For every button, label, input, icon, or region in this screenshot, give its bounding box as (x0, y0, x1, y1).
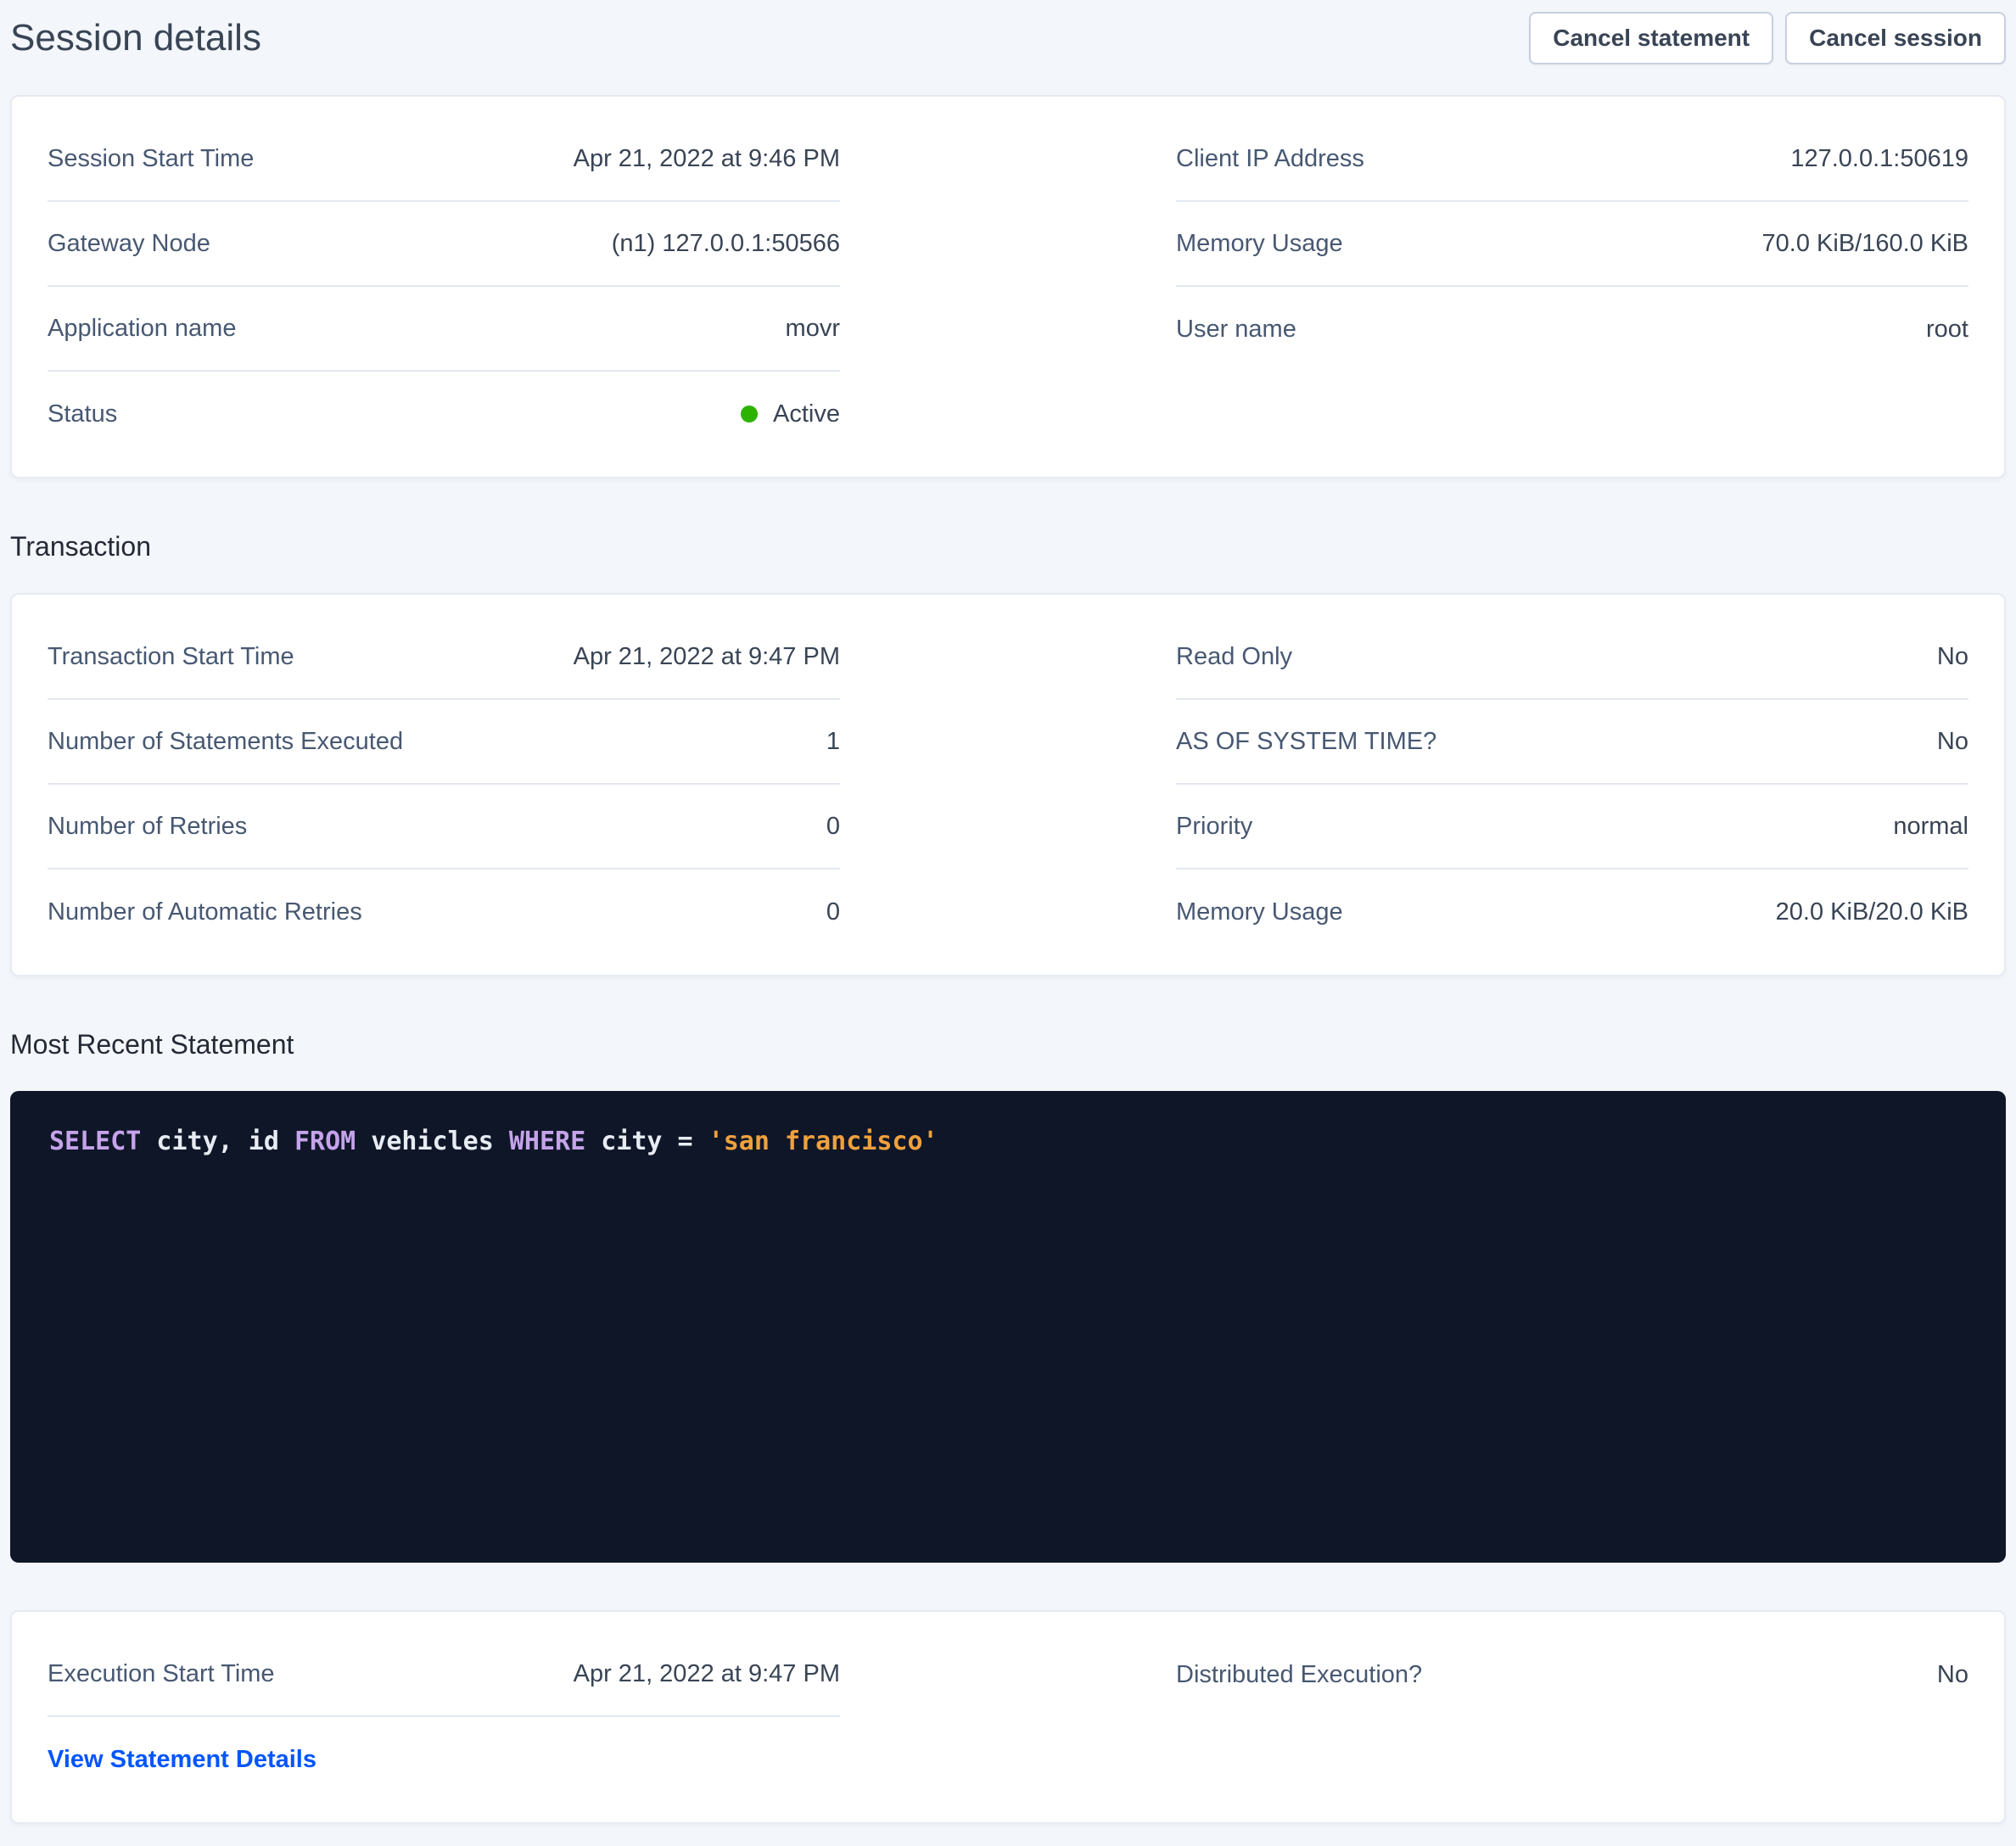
header-buttons: Cancel statement Cancel session (1529, 12, 2006, 64)
sql-token-keyword: SELECT (49, 1127, 141, 1156)
automatic-retries-value: 0 (826, 898, 840, 926)
session-start-time-label: Session Start Time (48, 145, 254, 173)
read-only-label: Read Only (1176, 643, 1292, 671)
user-name-value: root (1926, 316, 1968, 344)
status-value: Active (773, 400, 840, 428)
row-automatic-retries: Number of Automatic Retries 0 (48, 870, 840, 954)
statements-executed-label: Number of Statements Executed (48, 728, 403, 756)
row-session-memory-usage: Memory Usage 70.0 KiB/160.0 KiB (1176, 202, 1968, 287)
row-status: Status Active (48, 372, 840, 456)
automatic-retries-label: Number of Automatic Retries (48, 898, 362, 926)
row-read-only: Read Only No (1176, 615, 1968, 700)
application-name-label: Application name (48, 315, 236, 343)
execution-start-time-label: Execution Start Time (48, 1660, 275, 1688)
number-of-retries-label: Number of Retries (48, 813, 247, 841)
distributed-execution-label: Distributed Execution? (1176, 1661, 1422, 1689)
transaction-start-time-label: Transaction Start Time (48, 643, 294, 671)
gateway-node-label: Gateway Node (48, 230, 210, 258)
page-header: Session details Cancel statement Cancel … (0, 0, 2016, 64)
row-gateway-node: Gateway Node (n1) 127.0.0.1:50566 (48, 202, 840, 287)
gateway-node-link[interactable]: (n1) 127.0.0.1:50566 (612, 230, 840, 258)
sql-token-keyword: WHERE (509, 1127, 585, 1156)
priority-value: normal (1893, 813, 1968, 841)
session-summary-right-column: Client IP Address 127.0.0.1:50619 Memory… (1176, 117, 1968, 372)
transaction-memory-usage-label: Memory Usage (1176, 898, 1343, 926)
transaction-right-column: Read Only No AS OF SYSTEM TIME? No Prior… (1176, 615, 1968, 954)
row-transaction-memory-usage: Memory Usage 20.0 KiB/20.0 KiB (1176, 870, 1968, 954)
status-badge: Active (741, 400, 840, 428)
sql-token-plain: vehicles (356, 1127, 509, 1156)
row-view-statement-details: View Statement Details (48, 1717, 840, 1802)
transaction-memory-usage-value: 20.0 KiB/20.0 KiB (1776, 898, 1968, 926)
sql-statement-box: SELECT city, id FROM vehicles WHERE city… (10, 1091, 2006, 1563)
user-name-label: User name (1176, 316, 1296, 344)
session-summary-left-column: Session Start Time Apr 21, 2022 at 9:46 … (48, 117, 840, 456)
application-name-value: movr (786, 315, 840, 343)
cancel-statement-button[interactable]: Cancel statement (1529, 12, 1773, 64)
client-ip-label: Client IP Address (1176, 145, 1364, 173)
execution-right-column: Distributed Execution? No (1176, 1632, 1968, 1717)
sql-token-keyword: FROM (294, 1127, 356, 1156)
read-only-value: No (1937, 643, 1968, 671)
statements-executed-value: 1 (826, 728, 840, 756)
as-of-system-time-value: No (1937, 728, 1968, 756)
row-client-ip: Client IP Address 127.0.0.1:50619 (1176, 117, 1968, 202)
session-summary-card: Session Start Time Apr 21, 2022 at 9:46 … (10, 95, 2006, 478)
transaction-start-time-value: Apr 21, 2022 at 9:47 PM (574, 643, 840, 671)
row-number-of-retries: Number of Retries 0 (48, 785, 840, 870)
row-execution-start-time: Execution Start Time Apr 21, 2022 at 9:4… (48, 1632, 840, 1717)
session-memory-usage-label: Memory Usage (1176, 230, 1343, 258)
execution-start-time-value: Apr 21, 2022 at 9:47 PM (574, 1660, 840, 1688)
number-of-retries-value: 0 (826, 813, 840, 841)
session-details-page: Session details Cancel statement Cancel … (0, 0, 2016, 1846)
row-user-name: User name root (1176, 287, 1968, 372)
row-session-start-time: Session Start Time Apr 21, 2022 at 9:46 … (48, 117, 840, 202)
as-of-system-time-label: AS OF SYSTEM TIME? (1176, 728, 1436, 756)
row-transaction-start-time: Transaction Start Time Apr 21, 2022 at 9… (48, 615, 840, 700)
execution-left-column: Execution Start Time Apr 21, 2022 at 9:4… (48, 1632, 840, 1802)
sql-statement-code: SELECT city, id FROM vehicles WHERE city… (49, 1127, 938, 1156)
row-as-of-system-time: AS OF SYSTEM TIME? No (1176, 700, 1968, 785)
session-start-time-value: Apr 21, 2022 at 9:46 PM (574, 145, 840, 173)
transaction-card: Transaction Start Time Apr 21, 2022 at 9… (10, 593, 2006, 976)
row-priority: Priority normal (1176, 785, 1968, 870)
transaction-left-column: Transaction Start Time Apr 21, 2022 at 9… (48, 615, 840, 954)
row-statements-executed: Number of Statements Executed 1 (48, 700, 840, 785)
row-distributed-execution: Distributed Execution? No (1176, 1632, 1968, 1717)
page-title: Session details (10, 12, 261, 64)
view-statement-details-link[interactable]: View Statement Details (48, 1746, 316, 1774)
row-application-name: Application name movr (48, 287, 840, 372)
sql-token-plain: city = (585, 1127, 708, 1156)
cancel-session-button[interactable]: Cancel session (1785, 12, 2006, 64)
transaction-section-title: Transaction (10, 531, 2016, 562)
execution-card: Execution Start Time Apr 21, 2022 at 9:4… (10, 1610, 2006, 1824)
session-memory-usage-value: 70.0 KiB/160.0 KiB (1762, 230, 1968, 258)
status-label: Status (48, 400, 117, 428)
most-recent-statement-section-title: Most Recent Statement (10, 1029, 2016, 1060)
sql-token-plain: city, id (141, 1127, 294, 1156)
priority-label: Priority (1176, 813, 1252, 841)
client-ip-value: 127.0.0.1:50619 (1790, 145, 1968, 173)
sql-token-string: 'san francisco' (708, 1127, 938, 1156)
status-active-dot-icon (741, 406, 758, 422)
distributed-execution-value: No (1937, 1661, 1968, 1689)
sql-statement: SELECT city, id FROM vehicles WHERE city… (49, 1125, 1967, 1159)
